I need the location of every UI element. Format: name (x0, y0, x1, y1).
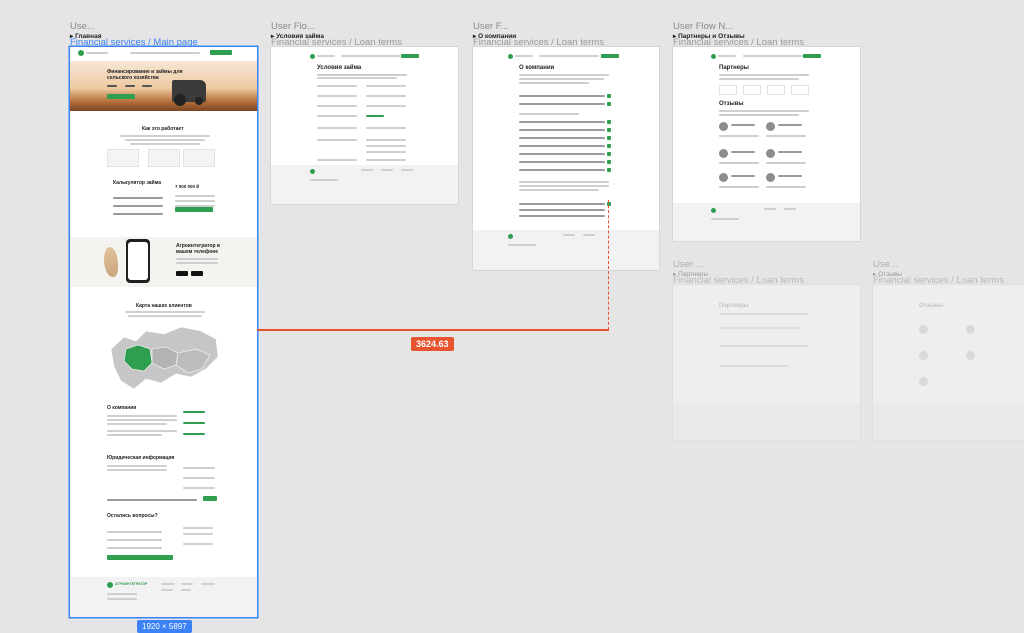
about-section-title: О компании (107, 405, 137, 411)
hero-banner: Финансирование и займы для сельского хоз… (70, 61, 257, 111)
frame-title-loan-terms[interactable]: User Flo... (271, 21, 315, 32)
how-it-works-title: Как это работает (142, 126, 184, 132)
about-frame[interactable]: О компании (473, 47, 659, 270)
app-promo-section: Агроинтегратор в вашем телефоне (70, 237, 257, 287)
frame-title-partners[interactable]: User Flow N... (673, 21, 733, 32)
nav-logo-text (86, 52, 108, 54)
footer-logo-icon (107, 582, 113, 588)
wheat-illustration (104, 247, 118, 277)
logo-icon (78, 50, 84, 56)
faded-frame-partners[interactable]: Партнеры (673, 285, 860, 440)
frame-title-main[interactable]: Use... (70, 21, 95, 32)
faded-partners-title: Партнеры (719, 303, 749, 309)
frame-title-faded-2[interactable]: Use... (873, 259, 898, 270)
footer-logo-text: АГРОИНТЕГРАТОР (115, 582, 148, 586)
loan-terms-title: Условия займа (317, 65, 362, 71)
hero-apply-button[interactable] (107, 94, 135, 99)
legal-download-button[interactable] (203, 496, 217, 501)
questions-title: Остались вопросы? (107, 513, 158, 519)
measurement-line (257, 329, 609, 331)
google-play-button[interactable] (191, 271, 203, 276)
questions-submit-button[interactable] (107, 555, 173, 560)
frame-title-about[interactable]: User F... (473, 21, 508, 32)
reviews-title: Отзывы (719, 101, 744, 107)
selection-size-badge: 1920 × 5897 (137, 620, 192, 633)
step-card (107, 149, 139, 167)
calculator-apply-button[interactable] (175, 207, 213, 212)
loan-terms-frame[interactable]: Условия займа (271, 47, 458, 204)
calculator-title: Калькулятор займа (113, 180, 162, 186)
distance-badge: 3624.63 (411, 337, 454, 351)
measurement-guide (608, 200, 609, 330)
about-title: О компании (519, 65, 555, 71)
russia-map (110, 326, 219, 390)
legal-info-title: Юридическая информация (107, 455, 175, 461)
step-card (183, 149, 215, 167)
nav-cta-button[interactable] (210, 50, 232, 55)
faded-frame-reviews[interactable]: Отзывы (873, 285, 1024, 440)
main-page-frame[interactable]: Финансирование и займы для сельского хоз… (70, 47, 257, 617)
step-card (148, 149, 180, 167)
main-footer: АГРОИНТЕГРАТОР (70, 577, 257, 617)
app-store-button[interactable] (176, 271, 188, 276)
calculator-amount: 7 000 000 ₽ (175, 184, 200, 189)
clients-map-title: Карта наших клиентов (136, 303, 192, 309)
app-promo-title: Агроинтегратор в вашем телефоне (176, 243, 220, 255)
frame-title-faded-1[interactable]: User ... (673, 259, 704, 270)
faded-reviews-title: Отзывы (919, 303, 944, 309)
partners-frame[interactable]: Партнеры Отзывы (673, 47, 860, 241)
partners-title: Партнеры (719, 65, 749, 71)
